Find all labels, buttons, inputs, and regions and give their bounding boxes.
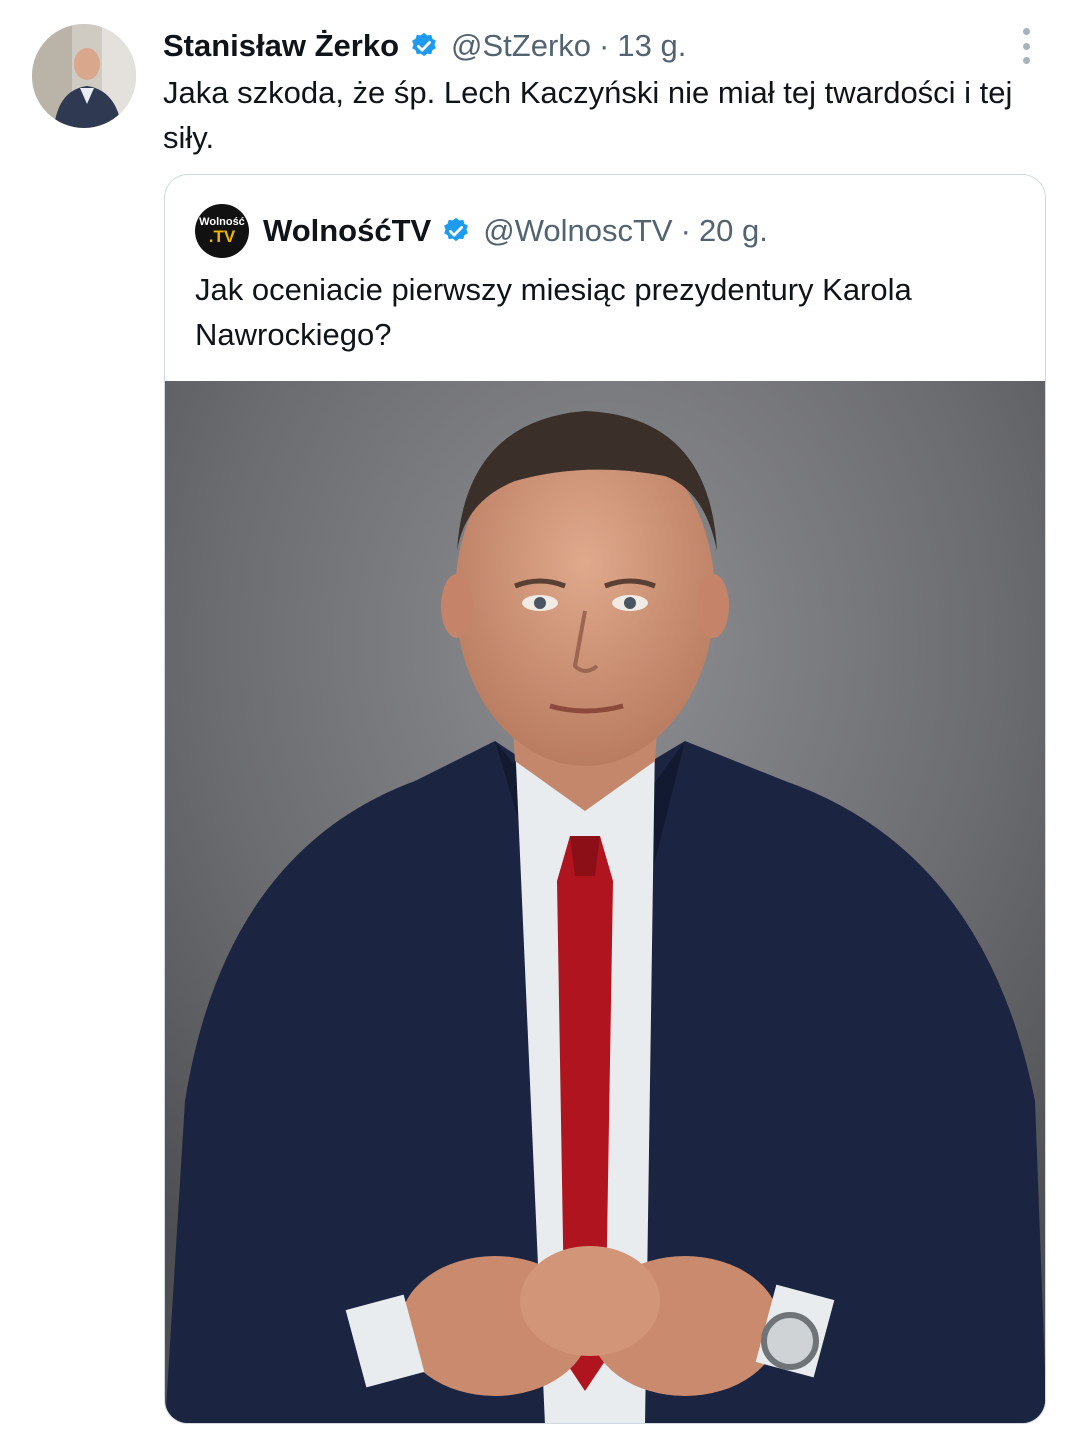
verified-badge-icon bbox=[441, 216, 471, 246]
tweet-time[interactable]: 13 g. bbox=[617, 28, 686, 64]
more-options-icon[interactable] bbox=[1008, 26, 1044, 66]
tweet-header: Stanisław Żerko @StZerko · 13 g. bbox=[163, 24, 686, 68]
quoted-tweet-time[interactable]: 20 g. bbox=[699, 213, 768, 249]
separator-dot: · bbox=[599, 28, 610, 63]
tweet-text: Jaka szkoda, że śp. Lech Kaczyński nie m… bbox=[163, 75, 1013, 155]
author-handle[interactable]: @StZerko bbox=[451, 28, 591, 64]
verified-badge-icon bbox=[409, 31, 439, 61]
avatar-logo-line2: .TV bbox=[208, 227, 236, 246]
author-avatar[interactable] bbox=[32, 24, 136, 128]
quoted-tweet[interactable]: Wolność .TV WolnośćTV @WolnoscTV · 20 g.… bbox=[164, 174, 1046, 1424]
tweet[interactable]: Stanisław Żerko @StZerko · 13 g. Jaka sz… bbox=[0, 0, 1080, 1456]
quoted-tweet-text: Jak oceniacie pierwszy miesiąc prezydent… bbox=[195, 272, 912, 352]
quoted-author-name[interactable]: WolnośćTV bbox=[263, 213, 431, 249]
quoted-author-avatar[interactable]: Wolność .TV bbox=[195, 204, 249, 258]
quoted-author-handle[interactable]: @WolnoscTV bbox=[483, 213, 672, 249]
separator-dot: · bbox=[680, 213, 691, 248]
quoted-tweet-header: Wolność .TV WolnośćTV @WolnoscTV · 20 g. bbox=[195, 203, 768, 259]
author-name[interactable]: Stanisław Żerko bbox=[163, 28, 399, 64]
quoted-tweet-photo[interactable] bbox=[165, 381, 1045, 1423]
